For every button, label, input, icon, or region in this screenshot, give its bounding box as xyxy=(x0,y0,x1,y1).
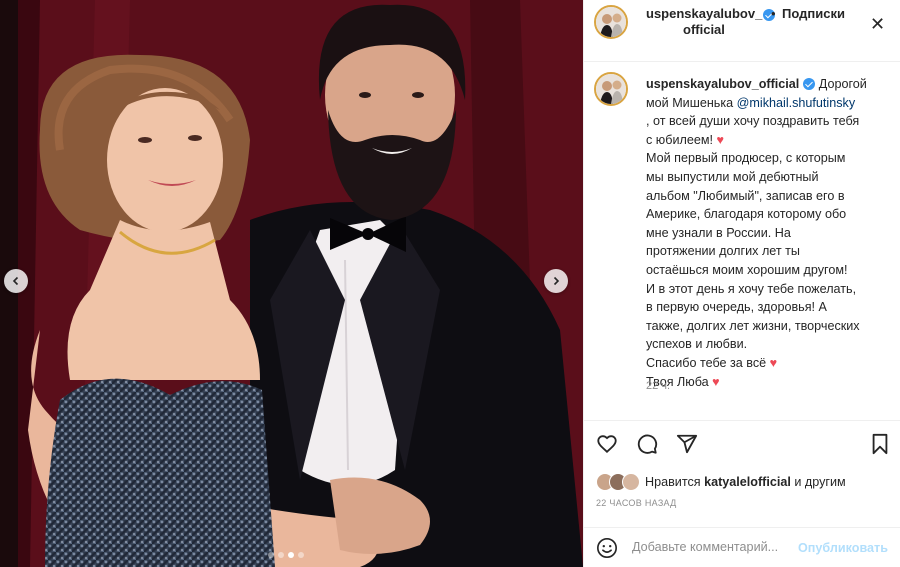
carousel-dot xyxy=(268,552,274,558)
bookmark-icon[interactable] xyxy=(870,433,890,455)
heart-emoji: ♥ xyxy=(716,132,724,147)
likes-prefix: Нравится xyxy=(645,475,701,489)
caption-line: Мой первый продюсер, с которым xyxy=(646,151,846,166)
caption-line: uspenskayalubov_official Дорогой xyxy=(646,75,898,94)
author-username-text[interactable]: uspenskayalubov_ xyxy=(646,6,762,21)
heart-outline-icon[interactable] xyxy=(596,433,618,455)
avatar-image xyxy=(596,74,626,104)
close-icon[interactable]: ✕ xyxy=(870,14,885,35)
post-header: uspenskayalubov_ official • Подписки ✕ xyxy=(584,0,900,62)
caption-text: Дорогой xyxy=(818,77,867,91)
caption-text: с юбилеем! xyxy=(646,132,714,147)
author-username-line2-text[interactable]: official xyxy=(683,22,725,37)
heart-emoji: ♥ xyxy=(712,374,720,389)
mention-link[interactable]: @mikhail.shufutinsky xyxy=(737,96,855,110)
emoji-icon[interactable] xyxy=(596,537,618,559)
carousel-dot xyxy=(298,552,304,558)
carousel-indicator xyxy=(268,552,304,558)
previous-slide-button[interactable] xyxy=(4,269,28,293)
caption-line: также, долгих лет жизни, творческих xyxy=(646,318,860,333)
comment-input[interactable] xyxy=(632,540,802,554)
caption-line: протяжении долгих лет ты xyxy=(646,244,800,259)
liker-username[interactable]: katyalelofficial xyxy=(704,475,791,489)
caption-line: Америке, благодаря которому обо xyxy=(646,207,847,222)
chevron-right-icon xyxy=(553,276,560,286)
post-caption: uspenskayalubov_official Дорогой мой Миш… xyxy=(646,75,898,391)
caption-text: Спасибо тебе за всё xyxy=(646,355,767,370)
caption-line: альбом "Любимый", записав его в xyxy=(646,188,845,203)
caption-line: мой Мишенька @mikhail.shufutinsky xyxy=(646,94,898,113)
caption-username[interactable]: uspenskayalubov_official xyxy=(646,77,799,91)
caption-author-avatar[interactable] xyxy=(594,72,628,106)
caption-line: остаёшься моим хорошим другом! xyxy=(646,262,848,277)
comment-bar: Опубликовать xyxy=(584,527,900,567)
carousel-dot-active xyxy=(288,552,294,558)
photo-illustration xyxy=(0,0,583,567)
caption-line: успехов и любви. xyxy=(646,337,748,352)
action-bar xyxy=(584,420,900,468)
post-side-panel: uspenskayalubov_ official • Подписки ✕ u… xyxy=(583,0,900,567)
caption-line: мне узнали в России. На xyxy=(646,225,791,240)
header-separator: • xyxy=(771,6,776,21)
caption-text: мой Мишенька xyxy=(646,95,734,110)
verified-icon xyxy=(803,78,816,90)
chevron-left-icon xyxy=(12,276,19,286)
author-username[interactable]: uspenskayalubov_ xyxy=(646,6,762,21)
publish-button[interactable]: Опубликовать xyxy=(798,541,888,555)
caption-line: мы выпустили мой дебютный xyxy=(646,169,819,184)
caption-line: в первую очередь, здоровья! А xyxy=(646,300,827,315)
comment-icon[interactable] xyxy=(636,433,658,455)
author-username-line2[interactable]: official xyxy=(683,22,725,37)
post-date[interactable]: 22 ЧАСОВ НАЗАД xyxy=(596,498,677,508)
likes-text: Нравится katyalelofficial и другим xyxy=(645,475,846,489)
caption-line: с юбилеем! ♥ xyxy=(646,131,898,150)
avatar-image xyxy=(596,7,626,37)
likes-summary[interactable]: Нравится katyalelofficial и другим xyxy=(596,470,846,494)
following-button[interactable]: Подписки xyxy=(782,6,845,21)
carousel-dot xyxy=(278,552,284,558)
post-photo[interactable] xyxy=(0,0,583,567)
caption-line: Твоя Люба ♥ xyxy=(646,373,898,392)
heart-emoji: ♥ xyxy=(769,355,778,370)
caption-line: , от всей души хочу поздравить тебя xyxy=(646,114,860,129)
author-avatar[interactable] xyxy=(594,5,628,39)
caption-timestamp[interactable]: 22 ч. xyxy=(646,380,670,392)
liker-avatar xyxy=(622,473,640,491)
likes-suffix[interactable]: и другим xyxy=(794,475,845,489)
caption-line: И в этот день я хочу тебе пожелать, xyxy=(646,281,857,296)
next-slide-button[interactable] xyxy=(544,269,568,293)
share-icon[interactable] xyxy=(676,433,698,455)
caption-line: Спасибо тебе за всё ♥ xyxy=(646,354,898,373)
